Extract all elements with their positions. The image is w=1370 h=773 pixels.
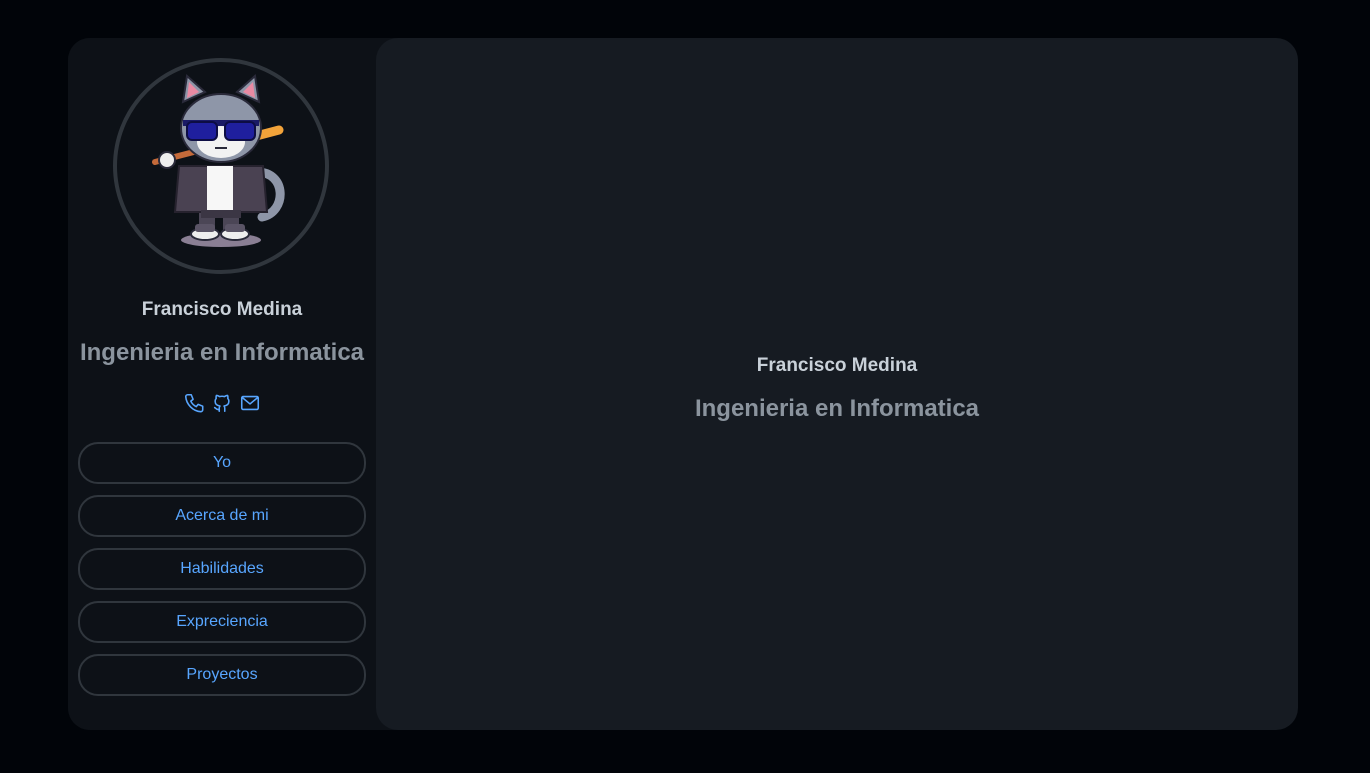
sidebar-nav: Yo Acerca de mi Habilidades Expreciencia…: [78, 442, 366, 707]
nav-button-acerca-de-mi[interactable]: Acerca de mi: [78, 495, 366, 537]
sidebar-title: Ingenieria en Informatica: [79, 339, 365, 366]
nav-button-expreciencia[interactable]: Expreciencia: [78, 601, 366, 643]
sidebar-name: Francisco Medina: [141, 299, 303, 320]
github-icon[interactable]: [211, 392, 233, 414]
avatar: [113, 58, 329, 274]
app-window: Francisco Medina Ingenieria en Informati…: [68, 38, 1298, 730]
sidebar: Francisco Medina Ingenieria en Informati…: [68, 38, 376, 730]
main-panel: Francisco Medina Ingenieria en Informati…: [376, 38, 1298, 730]
phone-icon[interactable]: [183, 392, 205, 414]
contact-links: [68, 392, 376, 414]
nav-button-proyectos[interactable]: Proyectos: [78, 654, 366, 696]
cat-avatar-image: [152, 74, 285, 247]
nav-button-habilidades[interactable]: Habilidades: [78, 548, 366, 590]
nav-button-yo[interactable]: Yo: [78, 442, 366, 484]
mail-icon[interactable]: [239, 392, 261, 414]
main-title: Ingenieria en Informatica: [694, 395, 980, 422]
main-name: Francisco Medina: [756, 355, 918, 376]
